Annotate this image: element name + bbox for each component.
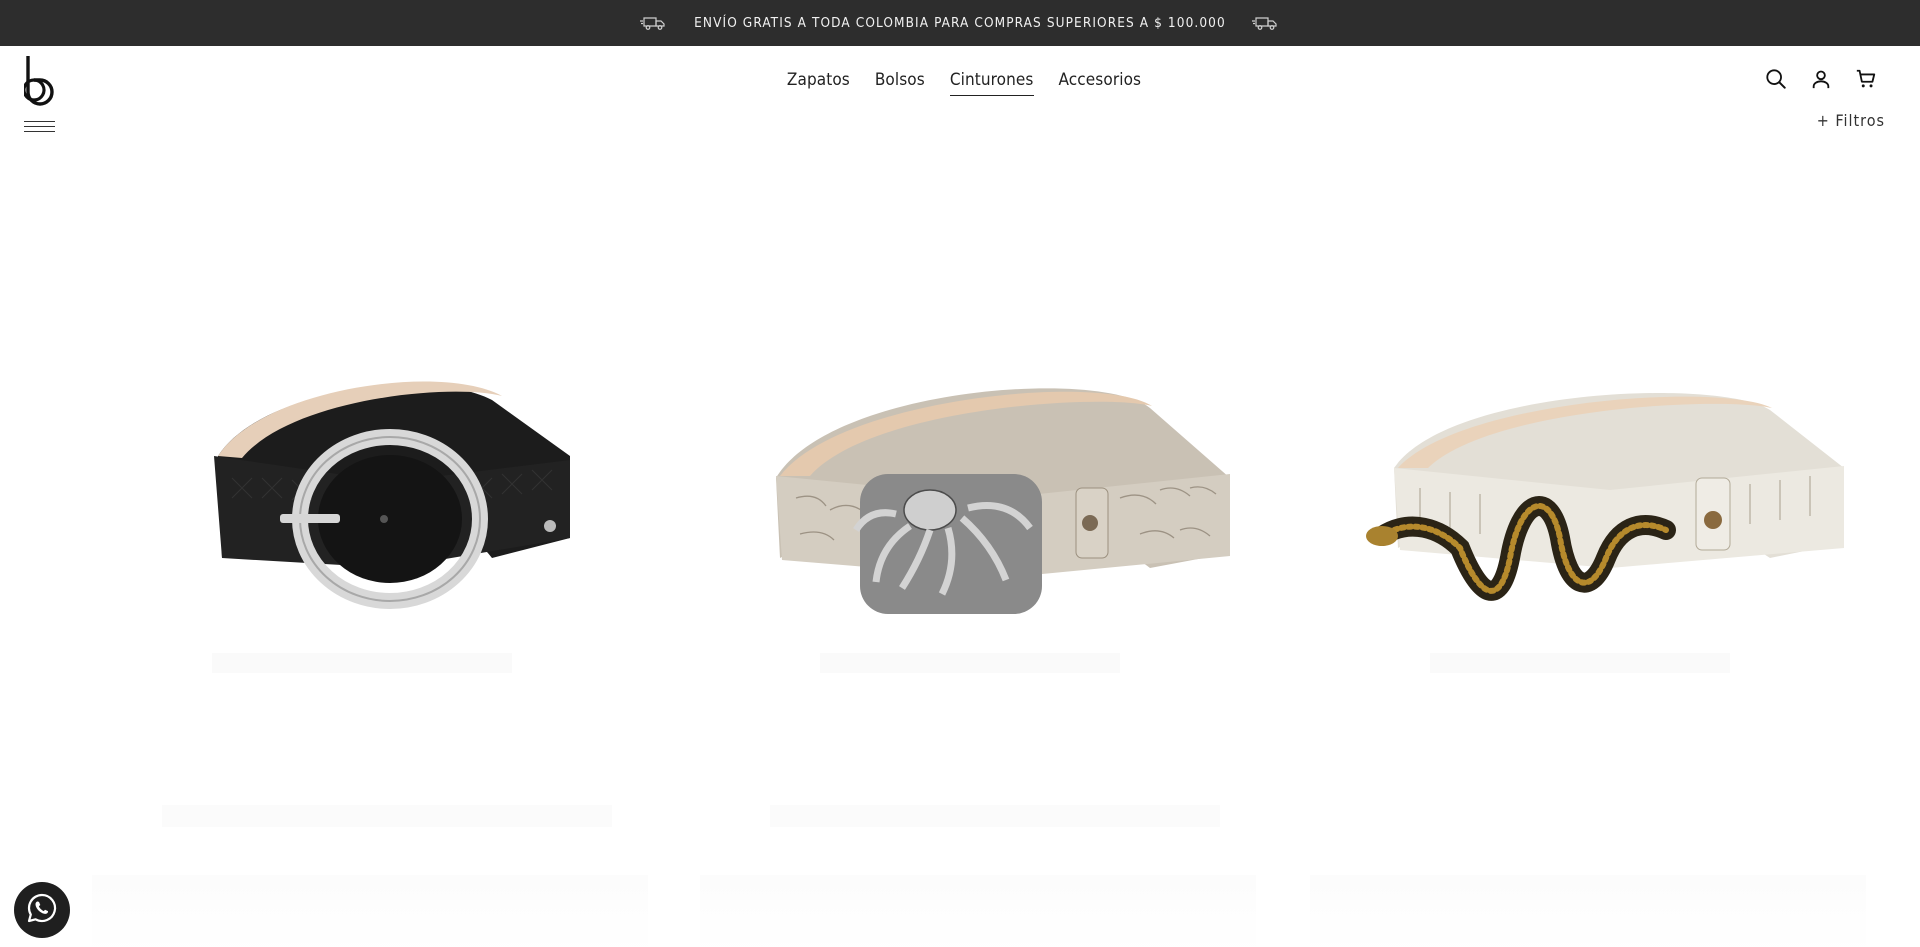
cart-icon[interactable] (1854, 67, 1878, 91)
nav-item-cinturones[interactable]: Cinturones (949, 70, 1034, 96)
search-icon[interactable] (1764, 67, 1788, 91)
product-card-loading (92, 795, 648, 947)
product-placeholder-image (1310, 875, 1866, 947)
product-image-belt-black (214, 381, 570, 609)
product-info-placeholder (820, 653, 1120, 673)
nav-item-accesorios[interactable]: Accesorios (1059, 70, 1142, 96)
user-icon[interactable] (1809, 67, 1833, 91)
product-placeholder-line (770, 805, 1220, 827)
product-info-placeholder (212, 653, 512, 673)
product-card[interactable] (92, 138, 648, 678)
product-placeholder-line (162, 805, 612, 827)
whatsapp-icon (26, 892, 58, 929)
product-card[interactable] (1310, 138, 1866, 678)
announcement-text: ENVÍO GRATIS A TODA COLOMBIA PARA COMPRA… (694, 15, 1226, 31)
product-placeholder-image (700, 875, 1256, 947)
product-image-belt-serpent (1366, 393, 1844, 601)
product-image-belt-octopus (776, 388, 1230, 614)
product-card-loading (700, 795, 1256, 947)
product-placeholder-image (92, 875, 648, 947)
main-nav: Zapatos Bolsos Cinturones Accesorios (0, 70, 1920, 96)
product-card-loading (1310, 795, 1866, 947)
delivery-truck-icon (640, 15, 668, 31)
delivery-truck-icon (1251, 15, 1280, 31)
whatsapp-button[interactable] (14, 882, 70, 938)
product-card[interactable] (700, 138, 1256, 678)
header-actions (1764, 67, 1878, 91)
filters-toggle[interactable]: + Filtros (1817, 111, 1885, 130)
announcement-bar: ENVÍO GRATIS A TODA COLOMBIA PARA COMPRA… (0, 0, 1920, 46)
menu-hamburger-icon[interactable] (24, 121, 55, 135)
product-info-placeholder (1430, 653, 1730, 673)
nav-item-zapatos[interactable]: Zapatos (787, 70, 850, 96)
nav-item-bolsos[interactable]: Bolsos (875, 70, 925, 96)
